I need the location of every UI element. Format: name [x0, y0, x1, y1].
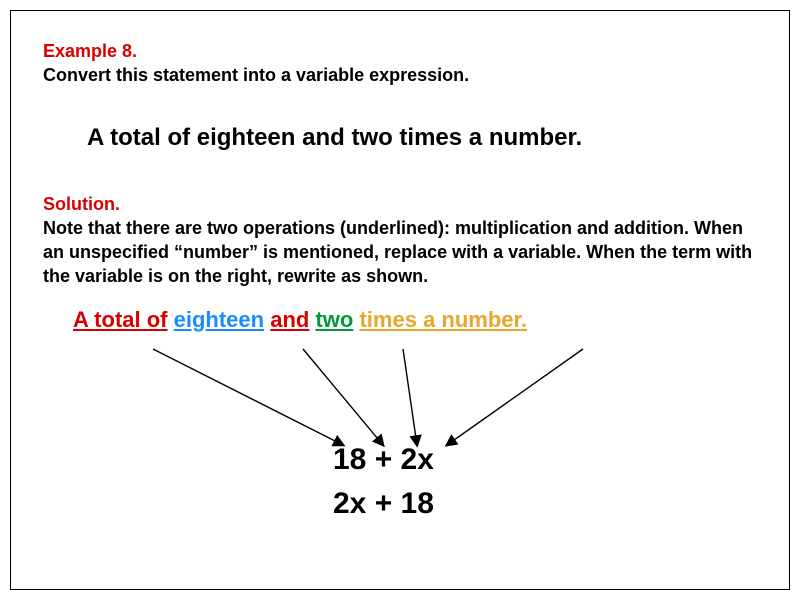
solution-explanation: Note that there are two operations (unde…	[43, 216, 757, 289]
example-label: Example 8.	[43, 41, 137, 61]
solution-label: Solution.	[43, 192, 757, 216]
phrase-eighteen: eighteen	[174, 307, 264, 332]
phrase-times-a-number: times a number.	[359, 307, 527, 332]
solution-block: Solution. Note that there are two operat…	[43, 192, 757, 533]
worksheet-frame: Example 8. Convert this statement into a…	[10, 10, 790, 590]
instruction-text: Convert this statement into a variable e…	[43, 63, 757, 87]
phrase-total-of: A total of	[73, 307, 168, 332]
phrase-two: two	[315, 307, 353, 332]
problem-statement: A total of eighteen and two times a numb…	[87, 124, 757, 152]
example-heading: Example 8.	[43, 39, 757, 63]
expression-diagram: 18 + 2x 2x + 18	[43, 343, 757, 533]
phrase-and: and	[270, 307, 309, 332]
colored-sentence: A total of eighteen and two times a numb…	[73, 307, 757, 333]
expression-rewritten: 2x + 18	[333, 487, 434, 521]
expression-initial: 18 + 2x	[333, 443, 434, 477]
